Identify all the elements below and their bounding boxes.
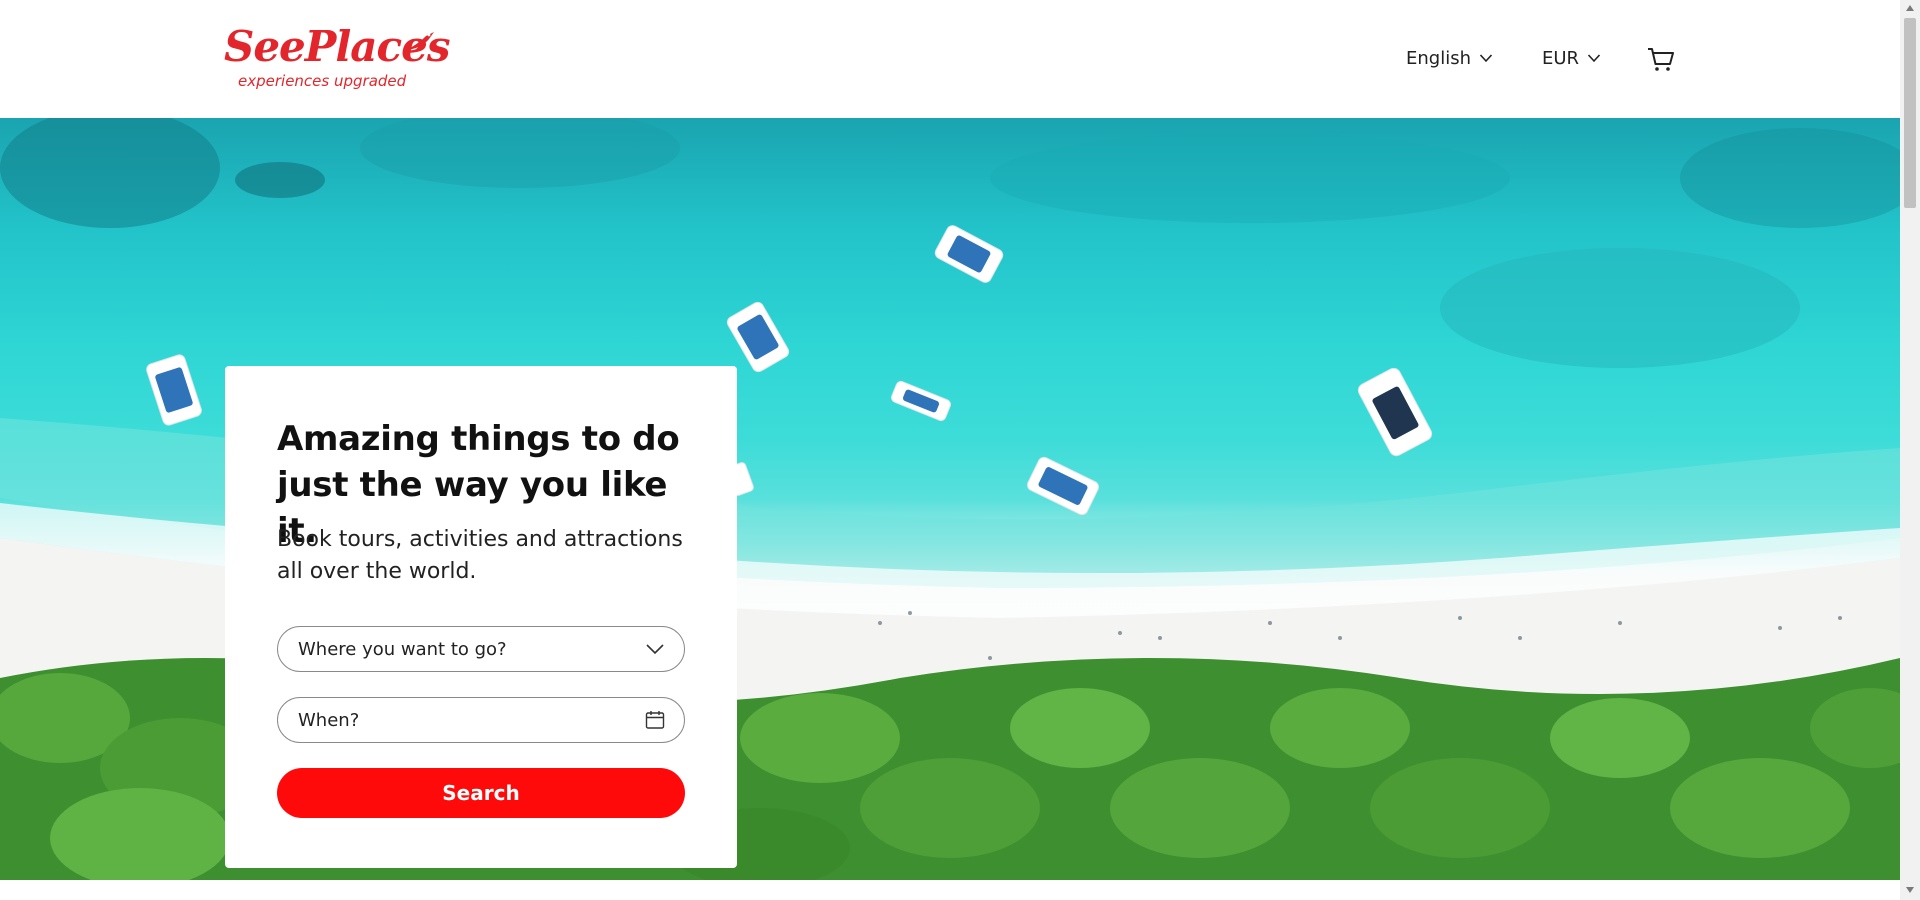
scroll-up-arrow-icon[interactable]	[1905, 4, 1915, 12]
hero-banner: Amazing things to do just the way you li…	[0, 118, 1900, 880]
page-scrollbar[interactable]	[1900, 0, 1920, 900]
logo-bird-icon	[404, 32, 434, 50]
currency-selector[interactable]: EUR	[1542, 42, 1601, 74]
chevron-down-icon	[646, 644, 664, 655]
scrollbar-thumb[interactable]	[1904, 18, 1916, 208]
date-picker[interactable]: When?	[277, 697, 685, 743]
hero-subtitle: Book tours, activities and attractions a…	[277, 527, 683, 584]
language-selector[interactable]: English	[1406, 42, 1493, 74]
search-card: Amazing things to do just the way you li…	[225, 366, 737, 868]
currency-label: EUR	[1542, 47, 1580, 69]
date-placeholder: When?	[298, 709, 360, 731]
search-button[interactable]: Search	[277, 768, 685, 818]
calendar-icon	[645, 711, 665, 729]
chevron-down-icon	[1479, 54, 1493, 63]
destination-select[interactable]: Where you want to go?	[277, 626, 685, 672]
shopping-cart-icon[interactable]	[1646, 44, 1676, 74]
logo-tagline: experiences upgraded	[238, 72, 407, 90]
scroll-down-arrow-icon[interactable]	[1905, 886, 1915, 894]
destination-placeholder: Where you want to go?	[298, 638, 507, 660]
language-label: English	[1406, 47, 1471, 69]
chevron-down-icon	[1587, 54, 1601, 63]
site-header: SeePlaces experiences upgraded English E…	[0, 0, 1900, 118]
seeplaces-logo[interactable]: SeePlaces experiences upgraded	[224, 22, 450, 92]
